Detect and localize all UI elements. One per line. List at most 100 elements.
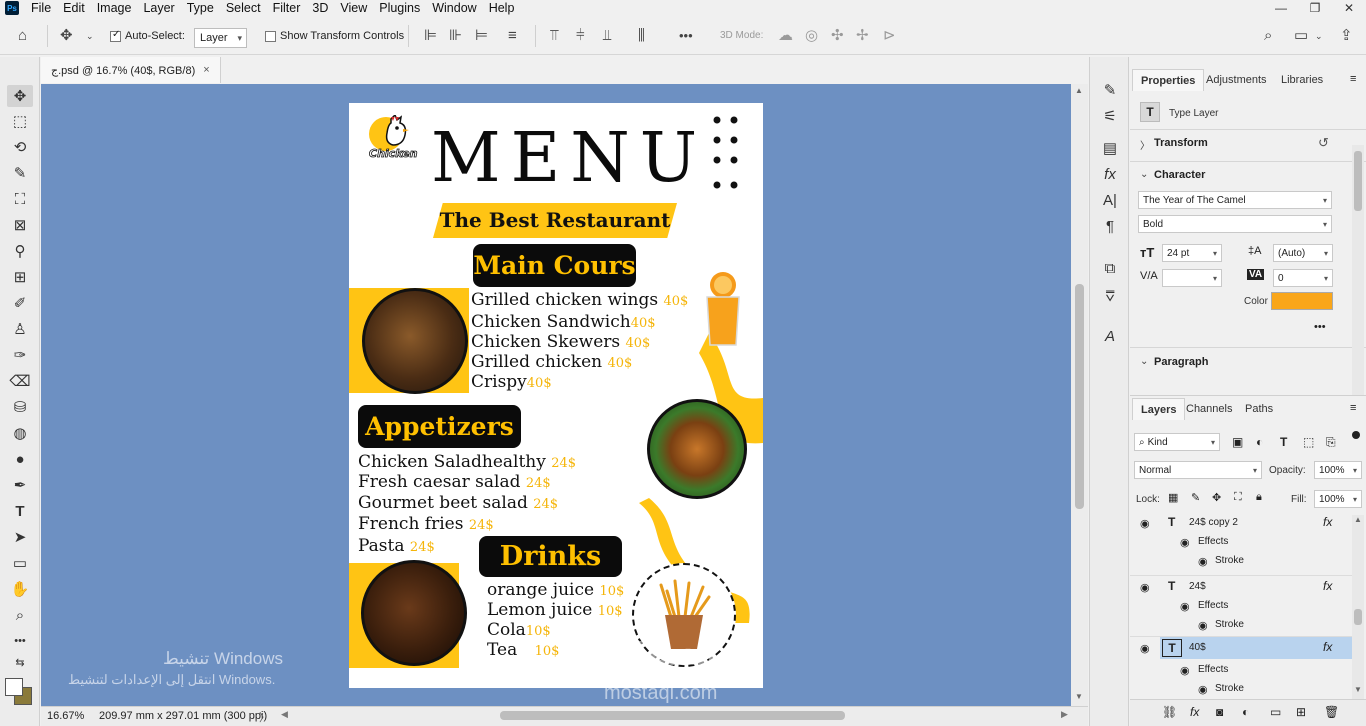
3d-roll-icon[interactable]: ◎ — [805, 27, 818, 45]
eraser-tool-icon[interactable]: ⌫ — [7, 370, 33, 392]
pen-tool-icon[interactable]: ✒ — [7, 474, 33, 496]
history-icon[interactable]: ▤ — [1099, 137, 1121, 159]
link-layers-icon[interactable]: ⛓ — [1162, 705, 1177, 719]
close-window-button[interactable]: ✕ — [1332, 0, 1366, 16]
tab-libraries[interactable]: Libraries — [1273, 69, 1331, 91]
minimize-button[interactable]: — — [1264, 0, 1298, 16]
new-group-icon[interactable]: ▭ — [1270, 705, 1281, 719]
healing-brush-tool-icon[interactable]: ⊞ — [7, 266, 33, 288]
visibility-eye-icon[interactable]: ◉ — [1180, 536, 1190, 549]
visibility-eye-icon[interactable]: ◉ — [1198, 555, 1208, 568]
align-top-icon[interactable]: ⫪ — [550, 27, 558, 45]
foreground-color-swatch[interactable] — [5, 678, 23, 696]
scroll-left-icon[interactable]: ◀ — [281, 709, 288, 720]
menu-layer[interactable]: Layer — [137, 0, 180, 16]
filter-type-icon[interactable]: T — [1280, 435, 1287, 449]
marquee-tool-icon[interactable]: ⬚ — [7, 110, 33, 132]
visibility-eye-icon[interactable]: ◉ — [1180, 600, 1190, 613]
3d-orbit-icon[interactable]: ☁ — [778, 27, 793, 45]
align-bottom-icon[interactable]: ⫫ — [603, 27, 611, 45]
menu-image[interactable]: Image — [91, 0, 138, 16]
new-layer-icon[interactable]: ⊞ — [1296, 705, 1306, 719]
scrollbar-thumb[interactable] — [1354, 609, 1362, 625]
home-icon[interactable]: ⌂ — [18, 27, 27, 45]
styles-icon[interactable]: fx — [1099, 163, 1121, 185]
chevron-down-icon[interactable]: ⌄ — [1315, 27, 1323, 45]
type-tool-icon[interactable]: T — [7, 500, 33, 522]
move-tool-icon[interactable]: ✥ — [7, 85, 33, 107]
layer-name[interactable]: 24$ copy 2 — [1189, 517, 1238, 528]
layer-effects-icon[interactable]: fx — [1323, 515, 1332, 529]
lock-all-icon[interactable]: 🔒︎ — [1256, 491, 1262, 504]
menu-3d[interactable]: 3D — [306, 0, 334, 16]
filter-smart-object-icon[interactable]: ⎘ — [1326, 435, 1336, 450]
brush-settings-icon[interactable]: ✎ — [1099, 79, 1121, 101]
visibility-eye-icon[interactable]: ◉ — [1198, 683, 1208, 696]
chevron-down-icon[interactable]: ⌄ — [1140, 356, 1148, 367]
font-style-dropdown[interactable]: Bold ▾ — [1138, 215, 1332, 233]
filter-pixel-icon[interactable]: ▣ — [1232, 435, 1243, 449]
menu-artboard[interactable]: Chicken MENU The Best Restaurant Main Co… — [349, 103, 763, 688]
tracking-field[interactable]: 0 ▾ — [1273, 269, 1333, 287]
history-brush-tool-icon[interactable]: ✑ — [7, 344, 33, 366]
path-selection-tool-icon[interactable]: ➤ — [7, 526, 33, 548]
chevron-down-icon[interactable]: ⌄ — [86, 27, 94, 45]
layers-scrollbar[interactable]: ▲ ▼ — [1352, 515, 1364, 699]
share-icon[interactable]: ⇪ — [1340, 27, 1353, 45]
panel-menu-icon[interactable]: ≡ — [1350, 73, 1356, 85]
rectangle-tool-icon[interactable]: ▭ — [7, 552, 33, 574]
lock-pixels-icon[interactable]: ✎ — [1191, 491, 1200, 504]
tab-adjustments[interactable]: Adjustments — [1198, 69, 1275, 91]
eyedropper-tool-icon[interactable]: ⚲ — [7, 240, 33, 262]
brush-tool-icon[interactable]: ✐ — [7, 292, 33, 314]
more-options-icon[interactable]: ••• — [679, 27, 693, 45]
paint-bucket-tool-icon[interactable]: ⛁ — [7, 396, 33, 418]
menu-type[interactable]: Type — [181, 0, 220, 16]
opacity-field[interactable]: 100% ▾ — [1314, 461, 1362, 479]
horizontal-scrollbar-thumb[interactable] — [500, 711, 845, 720]
swap-colors-icon[interactable]: ⇆ — [7, 654, 33, 670]
layer-row[interactable]: ◉ T 24$ copy 2 fx ◉ Effects ◉ Stroke — [1130, 512, 1352, 575]
more-options-icon[interactable]: ••• — [1314, 321, 1326, 333]
filter-adjustment-icon[interactable]: ◐ — [1256, 435, 1263, 449]
layer-name[interactable]: 24$ — [1189, 581, 1206, 592]
layer-effects-icon[interactable]: fx — [1323, 640, 1332, 654]
restore-button[interactable]: ❐ — [1298, 0, 1332, 16]
auto-select-target-dropdown[interactable]: Layer ▾ — [194, 28, 247, 48]
menu-plugins[interactable]: Plugins — [373, 0, 426, 16]
glyphs-icon[interactable]: A — [1099, 325, 1121, 347]
font-size-field[interactable]: 24 pt ▾ — [1162, 244, 1222, 262]
properties-scrollbar[interactable] — [1352, 145, 1364, 395]
paragraph-icon[interactable]: ¶ — [1099, 215, 1121, 237]
align-left-icon[interactable]: ⊫ — [424, 27, 437, 45]
menu-window[interactable]: Window — [426, 0, 482, 16]
menu-file[interactable]: File — [25, 0, 57, 16]
layer-name[interactable]: 40$ — [1189, 642, 1206, 653]
vertical-scrollbar[interactable]: ▲ ▼ — [1071, 84, 1088, 706]
panel-menu-icon[interactable]: ≡ — [1350, 402, 1356, 414]
layer-effects-icon[interactable]: fx — [1323, 579, 1332, 593]
character-section-title[interactable]: Character — [1154, 169, 1205, 181]
layer-row[interactable]: ◉ T 24$ fx ◉ Effects ◉ Stroke — [1130, 575, 1352, 638]
close-icon[interactable]: × — [203, 64, 209, 76]
dodge-tool-icon[interactable]: ● — [7, 448, 33, 470]
add-layer-style-icon[interactable]: fx — [1190, 705, 1199, 719]
filter-shape-icon[interactable]: ⬚ — [1303, 435, 1314, 449]
quick-select-tool-icon[interactable]: ✎ — [7, 162, 33, 184]
hand-tool-icon[interactable]: ✋ — [7, 578, 33, 600]
visibility-eye-icon[interactable]: ◉ — [1180, 664, 1190, 677]
brushes-icon[interactable]: ⚟ — [1099, 105, 1121, 127]
clone-stamp-tool-icon[interactable]: ♙ — [7, 318, 33, 340]
chevron-right-icon[interactable]: 〉 — [1140, 137, 1150, 152]
tab-paths[interactable]: Paths — [1237, 398, 1281, 420]
reset-transform-icon[interactable]: ↺ — [1318, 135, 1329, 151]
transform-section-title[interactable]: Transform — [1154, 137, 1208, 149]
align-middle-icon[interactable]: ⫩ — [576, 27, 585, 45]
leading-field[interactable]: (Auto) ▾ — [1273, 244, 1333, 262]
document-tab[interactable]: ج.psd @ 16.7% (40$, RGB/8) × — [41, 57, 221, 83]
new-adjustment-layer-icon[interactable]: ◐ — [1242, 705, 1249, 719]
filter-toggle-icon[interactable] — [1352, 431, 1360, 439]
blend-mode-dropdown[interactable]: Normal ▾ — [1134, 461, 1262, 479]
align-center-icon[interactable]: ⊪ — [449, 27, 462, 45]
fill-field[interactable]: 100% ▾ — [1314, 490, 1362, 508]
